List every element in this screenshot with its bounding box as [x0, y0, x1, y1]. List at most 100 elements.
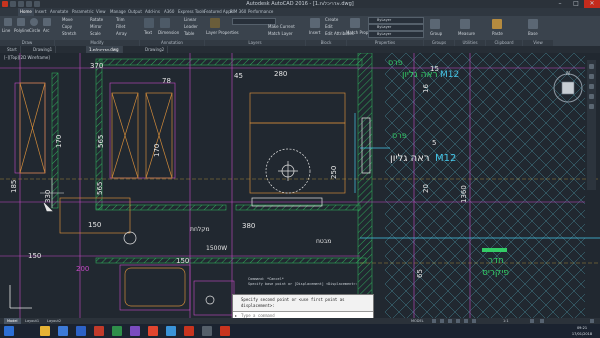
dimension-icon[interactable] — [160, 18, 170, 28]
file-tab-start[interactable]: Start — [4, 46, 21, 53]
word-icon[interactable] — [76, 326, 86, 336]
start-icon[interactable] — [4, 326, 14, 336]
tab-express-tools[interactable]: Express Tools — [178, 8, 205, 16]
acrobat-icon[interactable] — [148, 326, 158, 336]
arc-button[interactable]: Arc — [43, 28, 50, 33]
polyline-button[interactable]: Polyline — [14, 28, 29, 33]
ortho-icon[interactable] — [448, 319, 452, 323]
workspace-gear-icon[interactable] — [530, 319, 534, 323]
polar-icon[interactable] — [456, 319, 460, 323]
copy-button[interactable]: Copy — [62, 24, 72, 29]
viewport-label[interactable]: [–][Top][2D Wireframe] — [4, 55, 50, 60]
tab-bim360[interactable]: BIM 360 — [230, 8, 246, 16]
insert-block-icon[interactable] — [310, 18, 320, 28]
stretch-button[interactable]: Stretch — [62, 31, 76, 36]
dim-label: 65 — [416, 269, 424, 278]
clock-date: 17/01/2018 — [571, 332, 593, 336]
app-icon[interactable] — [202, 326, 212, 336]
customization-icon[interactable] — [590, 319, 594, 323]
fullscreen-icon[interactable] — [540, 319, 544, 323]
create-block-button[interactable]: Create — [325, 17, 338, 22]
base-view-icon[interactable] — [528, 19, 538, 29]
polyline-icon[interactable] — [17, 18, 25, 26]
close-button[interactable]: ✕ — [584, 0, 600, 8]
text-icon[interactable] — [144, 18, 154, 28]
tab-insert[interactable]: Insert — [35, 8, 46, 16]
array-button[interactable]: Array — [116, 31, 127, 36]
dim-label: 330 — [44, 190, 52, 203]
app-icon[interactable] — [166, 326, 176, 336]
autocad-taskbar-icon[interactable] — [220, 326, 230, 336]
make-current-button[interactable]: Make Current — [268, 24, 295, 29]
text-button[interactable]: Text — [144, 30, 152, 35]
linetype-dropdown[interactable]: ByLayer — [368, 24, 424, 31]
circle-icon[interactable] — [30, 18, 38, 26]
osnap-icon[interactable] — [464, 319, 468, 323]
tab-view[interactable]: View — [96, 8, 106, 16]
file-tab-drawing2[interactable]: Drawing2 — [142, 46, 169, 53]
linear-button[interactable]: Linear — [184, 17, 196, 22]
tab-annotate[interactable]: Annotate — [50, 8, 68, 16]
pan-icon[interactable] — [589, 74, 594, 79]
plan-label: חדר — [488, 256, 504, 266]
tab-output[interactable]: Output — [128, 8, 142, 16]
tab-manage[interactable]: Manage — [110, 8, 126, 16]
layer-properties-button[interactable]: Layer Properties — [206, 30, 239, 35]
orbit-icon[interactable] — [589, 94, 594, 99]
viewcube-icon[interactable]: N — [550, 70, 586, 106]
tab-add-ins[interactable]: Add-ins — [145, 8, 160, 16]
layer-properties-icon[interactable] — [210, 18, 220, 28]
circle-button[interactable]: Circle — [29, 28, 40, 33]
showmotion-icon[interactable] — [589, 104, 594, 109]
group-icon[interactable] — [430, 19, 440, 29]
file-tab-drawing1[interactable]: Drawing1 — [30, 46, 57, 53]
powerpoint-icon[interactable] — [94, 326, 104, 336]
lineweight-icon[interactable] — [472, 319, 476, 323]
lineweight-dropdown[interactable]: ByLayer — [368, 31, 424, 38]
taskbar-clock[interactable]: 09:21 17/01/2018 — [570, 325, 594, 337]
onenote-icon[interactable] — [130, 326, 140, 336]
match-properties-icon[interactable] — [350, 18, 360, 28]
line-button[interactable]: Line — [2, 28, 10, 33]
mirror-button[interactable]: Mirror — [90, 24, 102, 29]
group-button[interactable]: Group — [430, 31, 442, 36]
file-tab-current[interactable]: 1.אדריכלות.dwg — [86, 46, 123, 53]
minimize-button[interactable]: – — [552, 0, 568, 8]
tab-a360[interactable]: A360 — [164, 8, 174, 16]
base-view-button[interactable]: Base — [528, 31, 538, 36]
tab-parametric[interactable]: Parametric — [72, 8, 94, 16]
tab-performance[interactable]: Performance — [248, 8, 273, 16]
insert-block-button[interactable]: Insert — [309, 30, 320, 35]
zoom-icon[interactable] — [589, 84, 594, 89]
fillet-button[interactable]: Fillet — [116, 24, 125, 29]
trim-button[interactable]: Trim — [116, 17, 125, 22]
paste-button[interactable]: Paste — [492, 31, 503, 36]
match-layer-button[interactable]: Match Layer — [268, 31, 293, 36]
grid-icon[interactable] — [432, 319, 436, 323]
taskbar — [0, 324, 600, 338]
browser-icon[interactable] — [58, 326, 68, 336]
measure-icon[interactable] — [460, 19, 470, 29]
excel-icon[interactable] — [112, 326, 122, 336]
tab-home[interactable]: Home — [18, 8, 34, 16]
edit-block-button[interactable]: Edit — [325, 24, 333, 29]
paste-icon[interactable] — [492, 19, 502, 29]
snap-icon[interactable] — [440, 319, 444, 323]
command-window[interactable]: Specify second point or <use first point… — [232, 294, 374, 320]
move-button[interactable]: Move — [62, 17, 73, 22]
table-button[interactable]: Table — [184, 31, 194, 36]
file-explorer-icon[interactable] — [40, 326, 50, 336]
rotate-button[interactable]: Rotate — [90, 17, 103, 22]
maximize-button[interactable]: □ — [568, 0, 584, 8]
autocad-taskbar-icon[interactable] — [184, 326, 194, 336]
scale-button[interactable]: Scale — [90, 31, 101, 36]
arc-icon[interactable] — [43, 18, 51, 26]
line-icon[interactable] — [4, 18, 12, 26]
dimension-button[interactable]: Dimension — [158, 30, 179, 35]
measure-button[interactable]: Measure — [458, 31, 475, 36]
title-bar: Autodesk AutoCAD 2016 - [1.אדריכלות.dwg]… — [0, 0, 600, 8]
leader-button[interactable]: Leader — [184, 24, 198, 29]
tab-featured-apps[interactable]: Featured Apps — [204, 8, 233, 16]
color-dropdown[interactable]: ByLayer — [368, 17, 424, 24]
steering-wheel-icon[interactable] — [589, 64, 594, 69]
